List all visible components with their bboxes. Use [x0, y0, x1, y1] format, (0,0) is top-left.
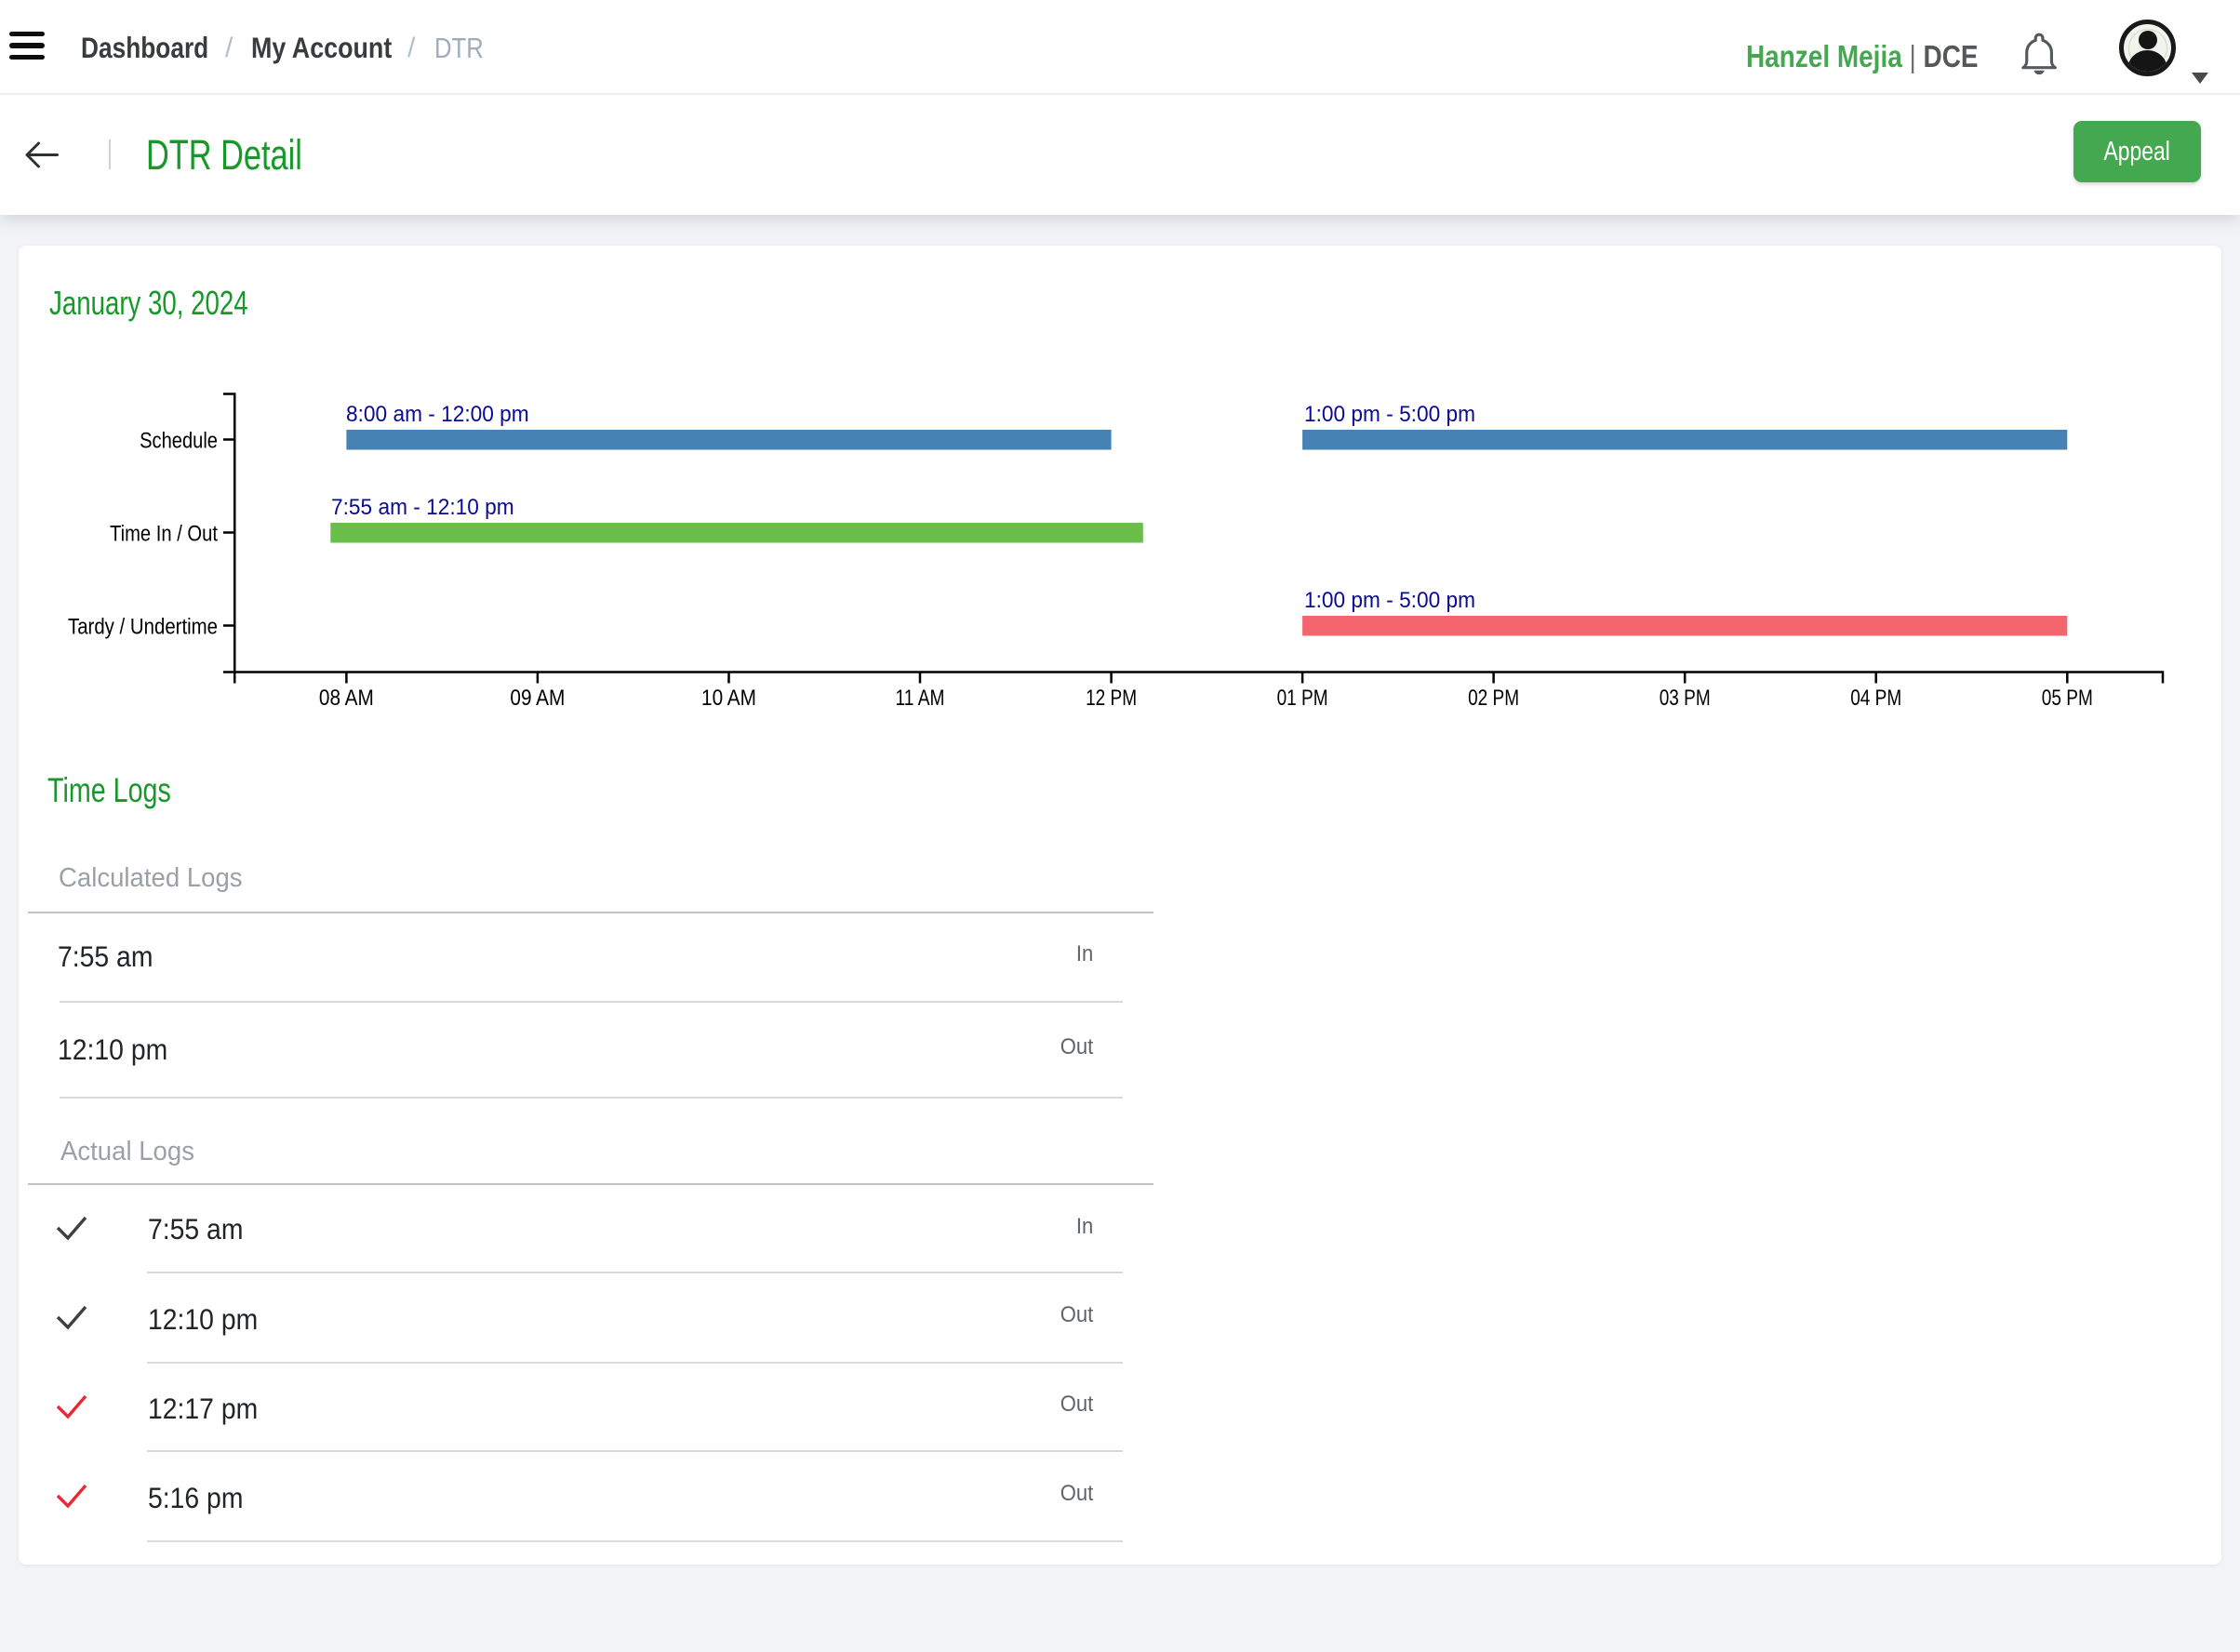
svg-text:11 AM: 11 AM: [896, 686, 945, 711]
svg-text:8:00 am - 12:00 pm: 8:00 am - 12:00 pm: [346, 402, 529, 427]
svg-text:03 PM: 03 PM: [1660, 686, 1711, 711]
svg-text:10 AM: 10 AM: [701, 686, 756, 711]
svg-text:05 PM: 05 PM: [2042, 686, 2093, 711]
svg-text:02 PM: 02 PM: [1468, 686, 1519, 711]
svg-text:08 AM: 08 AM: [319, 686, 374, 711]
svg-text:12 PM: 12 PM: [1086, 686, 1137, 711]
svg-text:Time In / Out: Time In / Out: [110, 521, 218, 546]
svg-text:01 PM: 01 PM: [1277, 686, 1328, 711]
svg-text:04 PM: 04 PM: [1850, 686, 1901, 711]
svg-text:7:55 am - 12:10 pm: 7:55 am - 12:10 pm: [331, 495, 514, 520]
svg-text:1:00 pm - 5:00 pm: 1:00 pm - 5:00 pm: [1304, 402, 1475, 427]
svg-text:Tardy / Undertime: Tardy / Undertime: [68, 614, 218, 639]
svg-text:Schedule: Schedule: [140, 428, 218, 453]
svg-text:09 AM: 09 AM: [510, 686, 565, 711]
svg-text:1:00 pm - 5:00 pm: 1:00 pm - 5:00 pm: [1304, 588, 1475, 613]
